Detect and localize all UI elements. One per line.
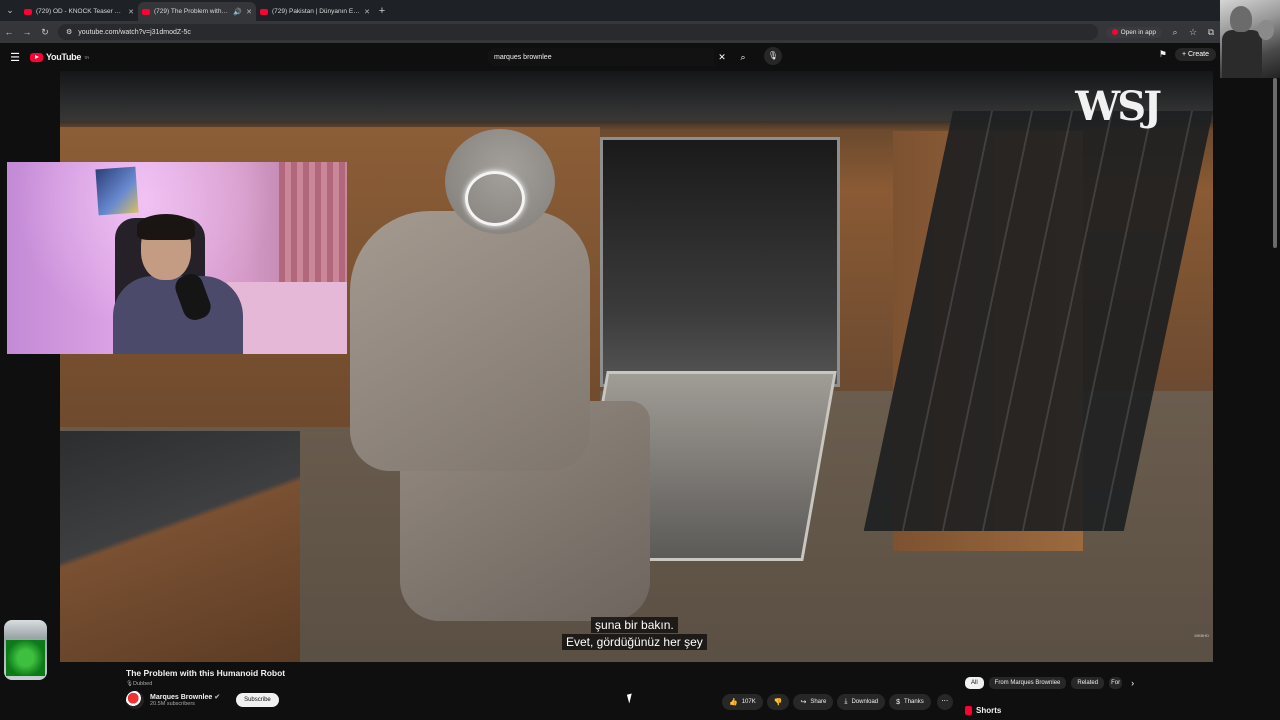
url-text: youtube.com/watch?v=j31dmodZ-5c [78,28,191,36]
thumbs-down-icon: 👎 [773,699,783,706]
dislike-button[interactable]: 👎 [766,694,790,710]
video-title: The Problem with this Humanoid Robot [126,668,286,678]
tab-2[interactable]: (729) The Problem with this 🔊 ✕ [138,2,256,21]
thanks-label: Thanks [904,699,924,705]
download-icon: ⤓ [844,698,848,705]
jar-overlay [4,620,47,680]
download-label: Download [851,699,879,705]
forward-icon[interactable]: → [22,27,32,37]
new-tab-icon[interactable]: + [374,5,390,17]
open-in-app-button[interactable]: Open in app [1105,26,1162,38]
youtube-favicon-icon [142,8,150,15]
video-corner-id: MKBHD [1194,633,1209,638]
bookmark-star-icon[interactable]: ☆ [1188,27,1198,38]
youtube-app-icon [1111,29,1118,35]
open-in-app-label: Open in app [1120,28,1156,36]
like-count: 107K [741,699,756,705]
download-button[interactable]: ⤓ Download [837,694,886,710]
tab-title: (729) OD - KNOCK Teaser Traile [36,8,125,15]
create-label: Create [1187,51,1209,58]
search-bar: marques brownlee ✕ [487,48,730,66]
caption-line-1: şuna bir bakın. [591,617,678,633]
chip-from-channel[interactable]: From Marques Brownlee [988,677,1067,689]
search-value: marques brownlee [494,53,552,61]
search-icon[interactable]: ⌕ [735,48,751,66]
channel-name[interactable]: Marques Brownlee ✔ [150,693,220,701]
channel-avatar[interactable] [126,691,144,709]
tab-strip: ⌄ (729) OD - KNOCK Teaser Traile ✕ (729)… [0,0,1220,21]
filter-chips: All From Marques Brownlee Related For › [965,677,1134,689]
zoom-icon[interactable]: ⌕ [1170,27,1180,38]
scrollbar[interactable] [1273,78,1277,248]
thanks-button[interactable]: $ Thanks [889,694,931,710]
microphone-icon[interactable]: 🎙 [764,47,782,65]
webcam-overlay [7,162,347,354]
site-info-icon[interactable]: ⚙ [66,28,72,36]
action-bar: 👍 107K 👎 ↪ Share ⤓ Download $ Thanks ⋯ [722,694,953,710]
chip-all[interactable]: All [965,677,984,689]
shorts-icon [965,706,972,715]
thumbs-up-icon: 👍 [729,699,738,706]
wsj-watermark: WSJ [1075,83,1162,130]
logo-region: TR [84,54,89,60]
tab-title: (729) The Problem with this [154,8,230,15]
chip-for-you[interactable]: For [1109,677,1123,689]
thanks-icon: $ [896,698,901,706]
dubbed-badge: 🎙Dubbed [126,681,153,687]
url-field[interactable]: ⚙ youtube.com/watch?v=j31dmodZ-5c [58,24,1098,40]
overlay-photo [1220,0,1280,78]
shorts-label: Shorts [976,706,1002,715]
captions: şuna bir bakın. Evet, gördüğünüz her şey [562,617,707,650]
extensions-icon[interactable]: ⧉ [1206,27,1216,38]
youtube-header: ☰ YouTube TR marques brownlee ✕ ⌕ 🎙 ⚑ + … [0,43,1220,71]
mouse-cursor [626,693,635,704]
logo-text: YouTube [46,52,82,62]
reload-icon[interactable]: ↻ [40,27,50,38]
audio-icon[interactable]: 🔊 [233,8,242,16]
subscriber-count: 20.5M subscribers [150,701,195,707]
robot-image [350,211,590,471]
close-icon[interactable]: ✕ [364,8,370,16]
tab-1[interactable]: (729) OD - KNOCK Teaser Traile ✕ [20,2,138,21]
share-icon: ↪ [800,699,807,706]
dishwasher-image [600,137,840,387]
tab-search-icon[interactable]: ⌄ [0,0,20,21]
back-icon[interactable]: ← [4,27,14,37]
channel-name-text: Marques Brownlee [150,694,213,701]
close-icon[interactable]: ✕ [246,8,252,16]
youtube-favicon-icon [24,8,32,15]
youtube-play-icon [30,52,43,62]
menu-icon[interactable]: ☰ [0,51,30,64]
clear-icon[interactable]: ✕ [714,52,730,63]
video-player[interactable]: WSJ şuna bir bakın. Evet, gördüğünüz her… [60,71,1213,662]
youtube-favicon-icon [260,8,268,15]
shorts-header: Shorts [965,706,1001,715]
channel-row: Marques Brownlee ✔ 20.5M subscribers Sub… [126,691,279,709]
more-options-icon[interactable]: ⋯ [936,694,953,710]
caption-line-2: Evet, gördüğünüz her şey [562,634,707,650]
chip-related[interactable]: Related [1071,677,1105,689]
cast-icon[interactable]: ⚑ [1159,49,1167,60]
close-icon[interactable]: ✕ [128,8,134,16]
youtube-logo[interactable]: YouTube TR [30,52,89,62]
chevron-right-icon[interactable]: › [1131,678,1134,688]
share-label: Share [810,699,827,705]
address-bar: ← → ↻ ⚙ youtube.com/watch?v=j31dmodZ-5c … [0,21,1220,43]
subscribe-button[interactable]: Subscribe [236,693,279,707]
dubbed-label: Dubbed [132,681,153,687]
share-button[interactable]: ↪ Share [793,694,834,710]
like-button[interactable]: 👍 107K [722,694,763,710]
tab-title: (729) Pakistan | Dünyanın En Ka [272,8,361,15]
create-button[interactable]: + Create [1174,48,1216,61]
tab-3[interactable]: (729) Pakistan | Dünyanın En Ka ✕ [256,2,374,21]
search-input[interactable]: marques brownlee [487,48,714,66]
verified-icon: ✔ [214,694,221,701]
